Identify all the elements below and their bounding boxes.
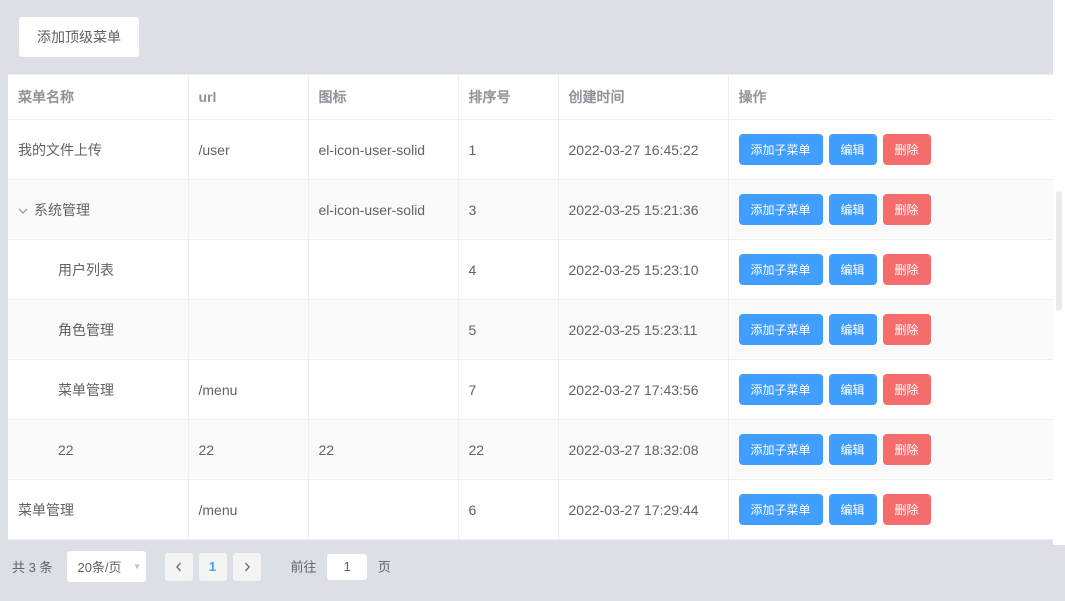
menu-sort: 7 [458, 360, 558, 420]
menu-icon [308, 300, 458, 360]
edit-button[interactable]: 编辑 [829, 314, 877, 345]
menu-name: 我的文件上传 [18, 142, 102, 158]
menu-name: 22 [58, 442, 74, 458]
menu-created: 2022-03-27 16:45:22 [558, 120, 728, 180]
add-child-menu-button[interactable]: 添加子菜单 [739, 314, 823, 345]
add-child-menu-button[interactable]: 添加子菜单 [739, 134, 823, 165]
page-size-label: 20条/页 [77, 560, 121, 575]
menu-name: 角色管理 [58, 322, 114, 338]
menu-name: 菜单管理 [18, 502, 74, 518]
col-header-icon: 图标 [308, 75, 458, 120]
delete-button[interactable]: 删除 [883, 434, 931, 465]
menu-url: /menu [188, 360, 308, 420]
menu-sort: 1 [458, 120, 558, 180]
jump-prefix: 前往 [291, 559, 317, 574]
add-child-menu-button[interactable]: 添加子菜单 [739, 254, 823, 285]
pagination-total: 共 3 条 [12, 557, 52, 576]
delete-button[interactable]: 删除 [883, 254, 931, 285]
menu-created: 2022-03-27 17:43:56 [558, 360, 728, 420]
pagination-page-1[interactable]: 1 [199, 553, 227, 581]
menu-sort: 5 [458, 300, 558, 360]
table-row: 我的文件上传/userel-icon-user-solid12022-03-27… [8, 120, 1057, 180]
menu-sort: 3 [458, 180, 558, 240]
menu-icon: 22 [308, 420, 458, 480]
menu-icon: el-icon-user-solid [308, 120, 458, 180]
delete-button[interactable]: 删除 [883, 494, 931, 525]
menu-created: 2022-03-27 17:29:44 [558, 480, 728, 540]
vertical-scrollbar[interactable] [1053, 0, 1065, 545]
add-child-menu-button[interactable]: 添加子菜单 [739, 494, 823, 525]
add-top-menu-button[interactable]: 添加顶级菜单 [18, 16, 140, 58]
delete-button[interactable]: 删除 [883, 134, 931, 165]
table-row: 菜单管理/menu 72022-03-27 17:43:56 添加子菜单编辑删除 [8, 360, 1057, 420]
menu-created: 2022-03-25 15:23:11 [558, 300, 728, 360]
menu-url [188, 180, 308, 240]
add-child-menu-button[interactable]: 添加子菜单 [739, 374, 823, 405]
page-size-select[interactable]: 20条/页 ▾ [66, 550, 146, 583]
menu-icon: el-icon-user-solid [308, 180, 458, 240]
menu-url [188, 240, 308, 300]
delete-button[interactable]: 删除 [883, 374, 931, 405]
chevron-down-icon[interactable] [18, 202, 28, 218]
col-header-created: 创建时间 [558, 75, 728, 120]
menu-name: 用户列表 [58, 262, 114, 278]
delete-button[interactable]: 删除 [883, 314, 931, 345]
table-row: 222222222022-03-27 18:32:08添加子菜单编辑删除 [8, 420, 1057, 480]
table-row: 用户列表 42022-03-25 15:23:10 添加子菜单编辑删除 [8, 240, 1057, 300]
menu-url: /user [188, 120, 308, 180]
menu-icon [308, 480, 458, 540]
pagination-next-button[interactable] [233, 553, 261, 581]
pagination-prev-button[interactable] [165, 553, 193, 581]
edit-button[interactable]: 编辑 [829, 374, 877, 405]
menu-sort: 6 [458, 480, 558, 540]
edit-button[interactable]: 编辑 [829, 134, 877, 165]
col-header-name: 菜单名称 [8, 75, 188, 120]
menu-created: 2022-03-25 15:21:36 [558, 180, 728, 240]
delete-button[interactable]: 删除 [883, 194, 931, 225]
menu-created: 2022-03-27 18:32:08 [558, 420, 728, 480]
col-header-sort: 排序号 [458, 75, 558, 120]
chevron-left-icon [174, 562, 184, 572]
menu-url: /menu [188, 480, 308, 540]
edit-button[interactable]: 编辑 [829, 194, 877, 225]
table-row: 菜单管理/menu 62022-03-27 17:29:44 添加子菜单编辑删除 [8, 480, 1057, 540]
chevron-down-icon: ▾ [135, 561, 140, 572]
edit-button[interactable]: 编辑 [829, 434, 877, 465]
col-header-actions: 操作 [728, 75, 1057, 120]
add-child-menu-button[interactable]: 添加子菜单 [739, 434, 823, 465]
add-child-menu-button[interactable]: 添加子菜单 [739, 194, 823, 225]
menu-icon [308, 240, 458, 300]
edit-button[interactable]: 编辑 [829, 494, 877, 525]
menu-sort: 4 [458, 240, 558, 300]
edit-button[interactable]: 编辑 [829, 254, 877, 285]
menu-name: 系统管理 [34, 202, 90, 218]
menu-icon [308, 360, 458, 420]
menu-name: 菜单管理 [58, 382, 114, 398]
menu-url: 22 [188, 420, 308, 480]
chevron-right-icon [242, 562, 252, 572]
col-header-url: url [188, 75, 308, 120]
jump-suffix: 页 [378, 559, 391, 574]
menu-created: 2022-03-25 15:23:10 [558, 240, 728, 300]
menu-url [188, 300, 308, 360]
menu-sort: 22 [458, 420, 558, 480]
jump-page-input[interactable] [326, 553, 368, 581]
table-row: 系统管理 el-icon-user-solid32022-03-25 15:21:… [8, 180, 1057, 240]
table-row: 角色管理 52022-03-25 15:23:11 添加子菜单编辑删除 [8, 300, 1057, 360]
